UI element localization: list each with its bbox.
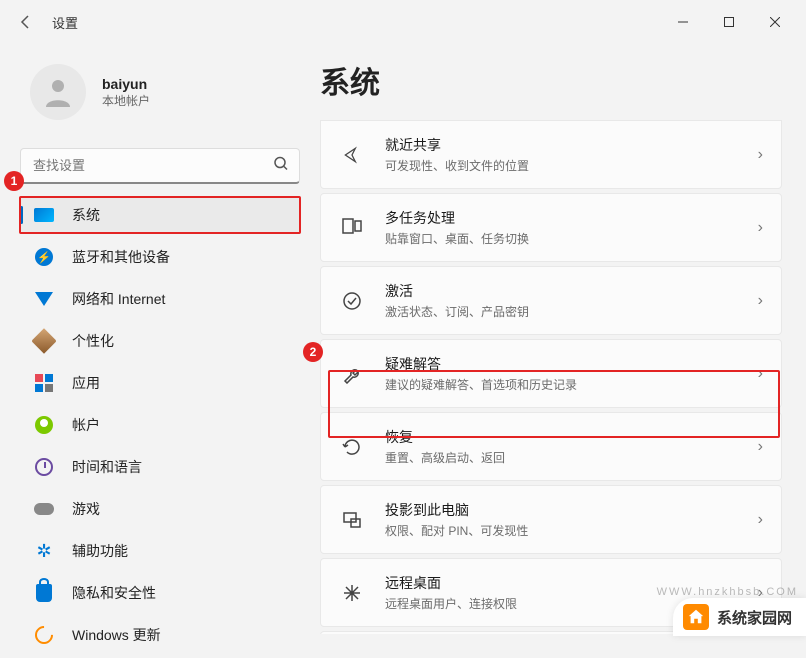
house-icon bbox=[683, 604, 709, 630]
card-subtitle: 建议的疑难解答、首选项和历史记录 bbox=[385, 376, 758, 393]
annotation-badge-2: 2 bbox=[303, 342, 323, 362]
card-activation[interactable]: 激活激活状态、订阅、产品密钥 › bbox=[320, 266, 782, 335]
close-button[interactable] bbox=[752, 6, 798, 38]
account-block[interactable]: baiyun 本地帐户 bbox=[20, 44, 300, 140]
window-controls bbox=[660, 6, 798, 38]
brush-icon bbox=[34, 331, 54, 351]
settings-cards: 就近共享可发现性、收到文件的位置 › 多任务处理贴靠窗口、桌面、任务切换 › 激… bbox=[320, 120, 782, 634]
nav-system[interactable]: 系统 bbox=[20, 196, 300, 234]
nav-label: 隐私和安全性 bbox=[72, 583, 156, 603]
watermark-text: 系统家园网 bbox=[717, 607, 792, 628]
remote-icon bbox=[339, 580, 365, 606]
titlebar: 设置 bbox=[0, 0, 806, 44]
search-icon[interactable] bbox=[274, 157, 288, 176]
chevron-right-icon: › bbox=[758, 511, 763, 529]
nav-label: 系统 bbox=[72, 205, 100, 225]
search-input[interactable] bbox=[20, 148, 300, 184]
nav-label: 网络和 Internet bbox=[72, 289, 165, 309]
card-projecting[interactable]: 投影到此电脑权限、配对 PIN、可发现性 › bbox=[320, 485, 782, 554]
sidebar: baiyun 本地帐户 系统 ⚡ 蓝牙和其他设备 网络和 Internet 个性化… bbox=[20, 44, 310, 658]
nav-network[interactable]: 网络和 Internet bbox=[20, 280, 300, 318]
card-recovery[interactable]: 恢复重置、高级启动、返回 › bbox=[320, 412, 782, 481]
chevron-right-icon: › bbox=[758, 365, 763, 383]
search-wrap bbox=[20, 148, 300, 184]
nav-update[interactable]: Windows 更新 bbox=[20, 616, 300, 654]
chevron-right-icon: › bbox=[758, 146, 763, 164]
card-subtitle: 贴靠窗口、桌面、任务切换 bbox=[385, 230, 758, 247]
display-icon bbox=[34, 205, 54, 225]
minimize-button[interactable] bbox=[660, 6, 706, 38]
chevron-right-icon: › bbox=[758, 219, 763, 237]
nav-accessibility[interactable]: ✲ 辅助功能 bbox=[20, 532, 300, 570]
windows-icon bbox=[339, 215, 365, 241]
project-icon bbox=[339, 507, 365, 533]
account-text: baiyun 本地帐户 bbox=[102, 76, 150, 109]
card-nearby-sharing[interactable]: 就近共享可发现性、收到文件的位置 › bbox=[320, 120, 782, 189]
watermark: 系统家园网 bbox=[673, 598, 806, 636]
nav-gaming[interactable]: 游戏 bbox=[20, 490, 300, 528]
nav-accounts[interactable]: 帐户 bbox=[20, 406, 300, 444]
person-icon bbox=[34, 415, 54, 435]
grid-icon bbox=[34, 373, 54, 393]
gamepad-icon bbox=[34, 499, 54, 519]
nav-label: 时间和语言 bbox=[72, 457, 142, 477]
account-name: baiyun bbox=[102, 76, 150, 92]
card-title: 多任务处理 bbox=[385, 208, 758, 228]
card-title: 恢复 bbox=[385, 427, 758, 447]
clock-icon bbox=[34, 457, 54, 477]
annotation-badge-1: 1 bbox=[4, 171, 24, 191]
content-area: 系统 就近共享可发现性、收到文件的位置 › 多任务处理贴靠窗口、桌面、任务切换 … bbox=[310, 44, 806, 634]
card-subtitle: 激活状态、订阅、产品密钥 bbox=[385, 303, 758, 320]
watermark-url: WWW.hnzkhbsb.COM bbox=[657, 586, 798, 598]
accessibility-icon: ✲ bbox=[34, 541, 54, 561]
wrench-icon bbox=[339, 361, 365, 387]
card-subtitle: 重置、高级启动、返回 bbox=[385, 449, 758, 466]
shield-icon bbox=[34, 583, 54, 603]
account-type: 本地帐户 bbox=[102, 92, 150, 109]
nav-apps[interactable]: 应用 bbox=[20, 364, 300, 402]
wifi-icon bbox=[34, 289, 54, 309]
main-layout: baiyun 本地帐户 系统 ⚡ 蓝牙和其他设备 网络和 Internet 个性化… bbox=[0, 44, 806, 658]
check-circle-icon bbox=[339, 288, 365, 314]
maximize-button[interactable] bbox=[706, 6, 752, 38]
card-title: 疑难解答 bbox=[385, 354, 758, 374]
nav-privacy[interactable]: 隐私和安全性 bbox=[20, 574, 300, 612]
card-title: 激活 bbox=[385, 281, 758, 301]
share-icon bbox=[339, 142, 365, 168]
history-icon bbox=[339, 434, 365, 460]
card-subtitle: 权限、配对 PIN、可发现性 bbox=[385, 522, 758, 539]
window-title: 设置 bbox=[52, 13, 78, 32]
nav-time[interactable]: 时间和语言 bbox=[20, 448, 300, 486]
card-multitasking[interactable]: 多任务处理贴靠窗口、桌面、任务切换 › bbox=[320, 193, 782, 262]
sync-icon bbox=[34, 625, 54, 645]
back-button[interactable] bbox=[8, 4, 44, 40]
page-title: 系统 bbox=[320, 58, 782, 102]
nav-label: 帐户 bbox=[72, 415, 100, 435]
card-troubleshoot[interactable]: 疑难解答建议的疑难解答、首选项和历史记录 › bbox=[320, 339, 782, 408]
nav-personalization[interactable]: 个性化 bbox=[20, 322, 300, 360]
avatar bbox=[30, 64, 86, 120]
nav-list: 系统 ⚡ 蓝牙和其他设备 网络和 Internet 个性化 应用 帐户 时间和语言… bbox=[20, 196, 300, 654]
chevron-right-icon: › bbox=[758, 438, 763, 456]
nav-label: 辅助功能 bbox=[72, 541, 128, 561]
nav-label: 应用 bbox=[72, 373, 100, 393]
nav-label: 游戏 bbox=[72, 499, 100, 519]
nav-label: Windows 更新 bbox=[72, 625, 161, 645]
nav-label: 个性化 bbox=[72, 331, 114, 351]
card-title: 投影到此电脑 bbox=[385, 500, 758, 520]
chevron-right-icon: › bbox=[758, 292, 763, 310]
nav-bluetooth[interactable]: ⚡ 蓝牙和其他设备 bbox=[20, 238, 300, 276]
nav-label: 蓝牙和其他设备 bbox=[72, 247, 170, 267]
user-icon bbox=[40, 74, 76, 110]
card-title: 就近共享 bbox=[385, 135, 758, 155]
bluetooth-icon: ⚡ bbox=[34, 247, 54, 267]
card-subtitle: 可发现性、收到文件的位置 bbox=[385, 157, 758, 174]
